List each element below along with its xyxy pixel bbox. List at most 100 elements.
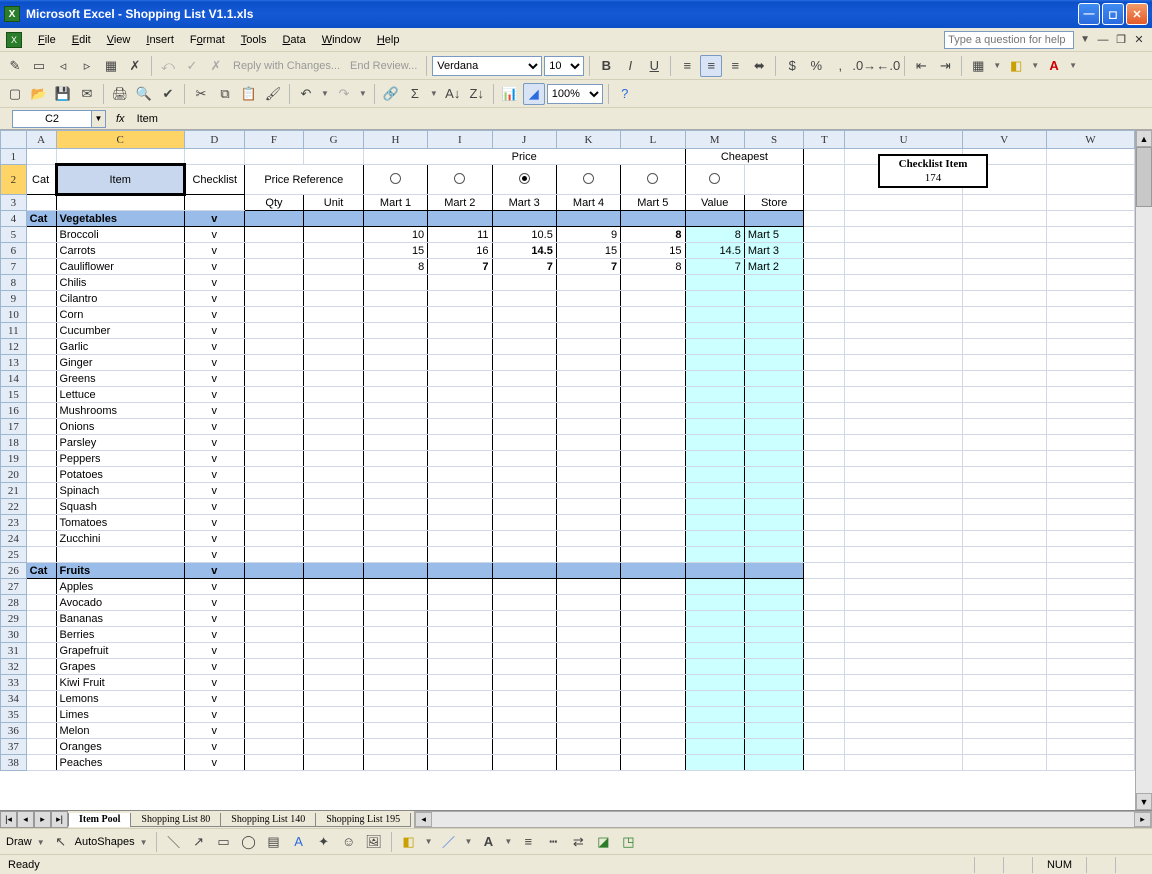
cell[interactable]: v <box>184 563 244 579</box>
cell[interactable] <box>621 211 685 227</box>
cell[interactable]: Checklist <box>184 165 244 195</box>
cell[interactable] <box>304 579 364 595</box>
cell[interactable] <box>244 291 304 307</box>
cell[interactable] <box>744 211 803 227</box>
italic-button[interactable]: I <box>619 55 641 77</box>
cell[interactable] <box>744 419 803 435</box>
cell[interactable] <box>492 739 556 755</box>
row-header-18[interactable]: 18 <box>1 435 27 451</box>
cell[interactable] <box>621 435 685 451</box>
merge-center-button[interactable]: ⬌ <box>748 55 770 77</box>
cell[interactable] <box>845 371 962 387</box>
paste-icon[interactable]: 📋 <box>238 83 260 105</box>
cell[interactable] <box>304 547 364 563</box>
cell[interactable] <box>244 149 304 165</box>
cell[interactable] <box>845 259 962 275</box>
cell[interactable] <box>492 307 556 323</box>
insert-function-button[interactable]: fx <box>116 113 125 125</box>
cell[interactable] <box>556 467 620 483</box>
cell[interactable] <box>56 195 184 211</box>
sort-desc-icon[interactable]: Z↓ <box>466 83 488 105</box>
cell[interactable] <box>363 531 427 547</box>
cell[interactable]: Mart 3 <box>492 195 556 211</box>
cell[interactable] <box>744 643 803 659</box>
cell[interactable]: 15 <box>363 243 427 259</box>
cell[interactable] <box>685 307 744 323</box>
cell[interactable] <box>26 291 56 307</box>
cell[interactable] <box>26 483 56 499</box>
cell[interactable] <box>556 371 620 387</box>
cell[interactable] <box>363 707 427 723</box>
cell[interactable] <box>304 211 364 227</box>
cell[interactable]: 14.5 <box>685 243 744 259</box>
cell[interactable] <box>685 531 744 547</box>
cell[interactable] <box>363 643 427 659</box>
cell[interactable] <box>304 243 364 259</box>
cell[interactable] <box>244 595 304 611</box>
sheet-tab-shopping-list-80[interactable]: Shopping List 80 <box>130 813 221 827</box>
cell[interactable] <box>26 659 56 675</box>
cell[interactable] <box>492 723 556 739</box>
cell[interactable] <box>26 339 56 355</box>
cell[interactable]: Peppers <box>56 451 184 467</box>
cell[interactable] <box>556 563 620 579</box>
cell[interactable] <box>492 403 556 419</box>
cell[interactable] <box>556 755 620 771</box>
rectangle-icon[interactable]: ▭ <box>213 831 235 853</box>
cell[interactable]: Berries <box>56 627 184 643</box>
cell[interactable]: Squash <box>56 499 184 515</box>
cell[interactable] <box>556 595 620 611</box>
fill-color-draw-icon[interactable]: ◧ <box>398 831 420 853</box>
row-header-22[interactable]: 22 <box>1 499 27 515</box>
cell[interactable] <box>744 323 803 339</box>
cell[interactable] <box>962 499 1046 515</box>
col-header-G[interactable]: G <box>304 131 364 149</box>
cell[interactable] <box>845 595 962 611</box>
line-icon[interactable]: ＼ <box>163 831 185 853</box>
cell[interactable] <box>556 211 620 227</box>
diagram-icon[interactable]: ✦ <box>313 831 335 853</box>
cell[interactable]: v <box>184 531 244 547</box>
cell[interactable] <box>1046 149 1134 165</box>
cell[interactable] <box>962 611 1046 627</box>
cell[interactable] <box>363 739 427 755</box>
cell[interactable]: Avocado <box>56 595 184 611</box>
cell[interactable]: Mart 1 <box>363 195 427 211</box>
cell[interactable]: Oranges <box>56 739 184 755</box>
cell[interactable] <box>804 595 845 611</box>
col-header-K[interactable]: K <box>556 131 620 149</box>
cell[interactable] <box>744 515 803 531</box>
reject-change-icon[interactable]: ✗ <box>205 55 227 77</box>
cell[interactable] <box>244 643 304 659</box>
col-header-F[interactable]: F <box>244 131 304 149</box>
cell[interactable] <box>845 307 962 323</box>
row-header-38[interactable]: 38 <box>1 755 27 771</box>
cell[interactable] <box>244 675 304 691</box>
increase-decimal-button[interactable]: .0→ <box>853 55 875 77</box>
cell[interactable] <box>428 611 492 627</box>
cell[interactable] <box>685 611 744 627</box>
cell[interactable] <box>1046 467 1134 483</box>
cell[interactable] <box>304 371 364 387</box>
chart-wizard-icon[interactable]: 📊 <box>499 83 521 105</box>
cell[interactable] <box>621 323 685 339</box>
cell[interactable] <box>744 275 803 291</box>
cell[interactable]: v <box>184 435 244 451</box>
cell[interactable] <box>428 371 492 387</box>
cell[interactable] <box>845 339 962 355</box>
undo-icon[interactable]: ↶ <box>295 83 317 105</box>
cell[interactable] <box>621 755 685 771</box>
increase-indent-button[interactable]: ⇥ <box>934 55 956 77</box>
cell[interactable]: v <box>184 467 244 483</box>
cell[interactable] <box>621 691 685 707</box>
cell[interactable]: v <box>184 691 244 707</box>
bold-button[interactable]: B <box>595 55 617 77</box>
cell[interactable] <box>1046 563 1134 579</box>
cell[interactable] <box>304 659 364 675</box>
cell[interactable] <box>804 291 845 307</box>
cell[interactable] <box>1046 435 1134 451</box>
cell[interactable]: Cucumber <box>56 323 184 339</box>
cell[interactable] <box>244 355 304 371</box>
cell[interactable]: Garlic <box>56 339 184 355</box>
cell[interactable] <box>962 339 1046 355</box>
